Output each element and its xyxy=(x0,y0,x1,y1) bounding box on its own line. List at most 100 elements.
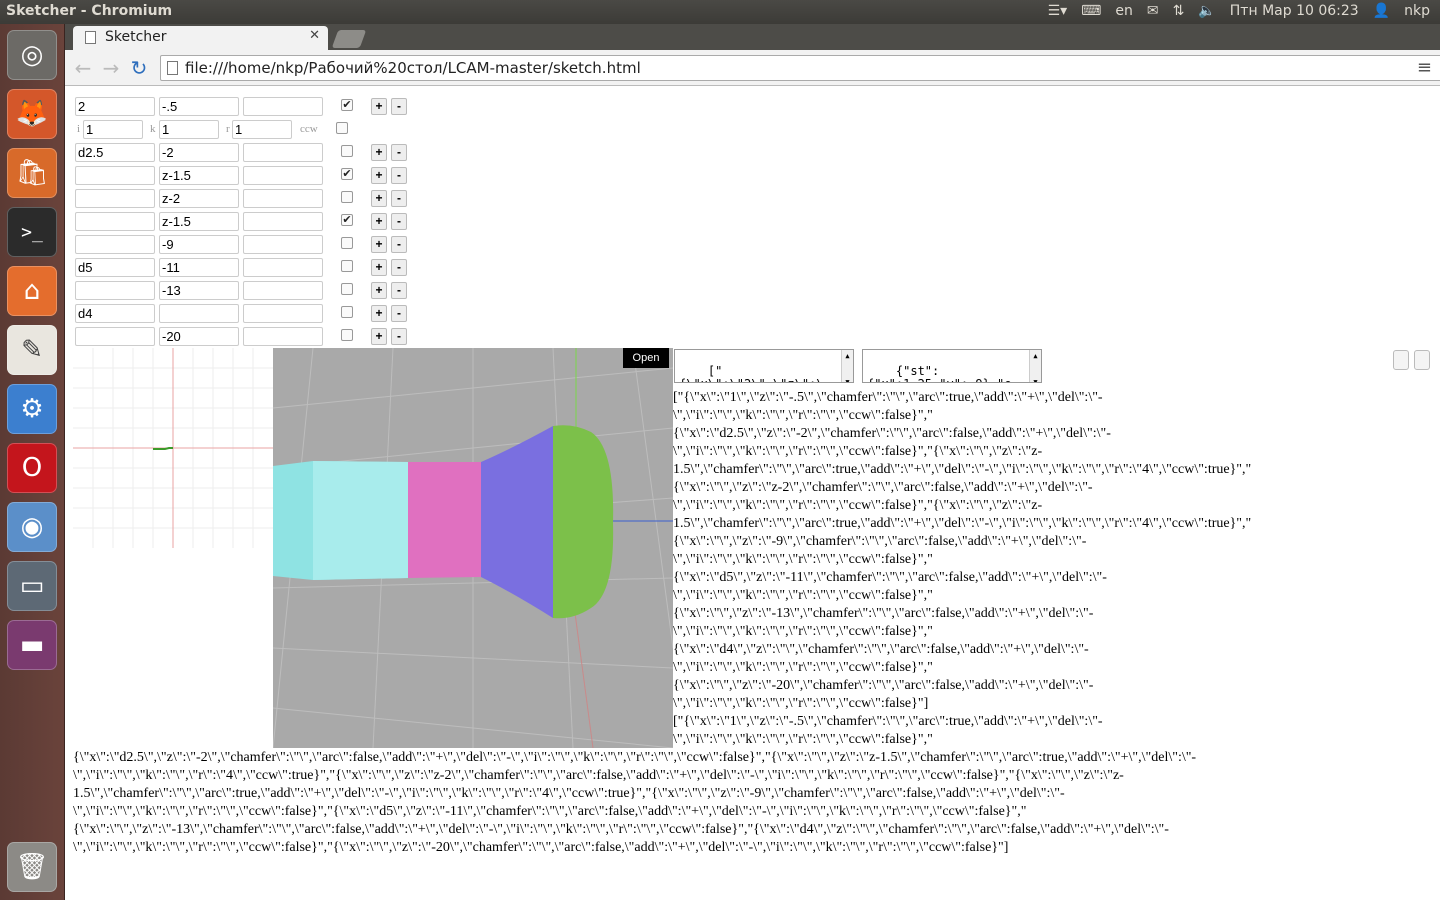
add-row-button[interactable]: + xyxy=(371,282,387,299)
z-input[interactable] xyxy=(159,281,239,300)
user-name[interactable]: nkp xyxy=(1404,3,1430,19)
x-input[interactable] xyxy=(75,258,155,277)
chamfer-input[interactable] xyxy=(243,143,323,162)
delete-row-button[interactable]: - xyxy=(391,305,407,322)
textarea-scrollbar[interactable]: ▲ ▼ xyxy=(1029,350,1041,382)
arc-checkbox[interactable] xyxy=(341,260,353,272)
reload-icon[interactable]: ↻ xyxy=(127,56,151,80)
z-input[interactable] xyxy=(159,189,239,208)
z-input[interactable] xyxy=(159,258,239,277)
chamfer-input[interactable] xyxy=(243,281,323,300)
x-input[interactable] xyxy=(75,235,155,254)
add-row-button[interactable]: + xyxy=(371,167,387,184)
add-row-button[interactable]: + xyxy=(371,236,387,253)
x-input[interactable] xyxy=(75,327,155,346)
url-text[interactable]: file:///home/nkp/Рабочий%20стол/LCAM-mas… xyxy=(185,59,641,77)
arc-checkbox[interactable] xyxy=(341,329,353,341)
x-input[interactable] xyxy=(75,304,155,323)
browser-menu-icon[interactable]: ≡ xyxy=(1417,57,1432,78)
software-center-icon[interactable]: 🛍 xyxy=(7,148,57,198)
z-input[interactable] xyxy=(159,143,239,162)
x-input[interactable] xyxy=(75,212,155,231)
open-button[interactable]: Open xyxy=(623,348,669,368)
add-row-button[interactable]: + xyxy=(371,305,387,322)
arc-checkbox[interactable]: ✔ xyxy=(341,168,353,180)
add-row-button[interactable]: + xyxy=(371,328,387,345)
ccw-checkbox[interactable] xyxy=(336,122,348,134)
volume-icon[interactable]: 🔈 xyxy=(1198,3,1215,19)
clock[interactable]: Птн Мар 10 06:23 xyxy=(1230,3,1359,19)
trash-icon[interactable]: 🗑 xyxy=(7,842,57,892)
delete-row-button[interactable]: - xyxy=(391,328,407,345)
forward-icon[interactable]: → xyxy=(99,56,123,80)
close-icon[interactable]: ✕ xyxy=(309,28,320,43)
delete-row-button[interactable]: - xyxy=(391,213,407,230)
chamfer-input[interactable] xyxy=(243,212,323,231)
arc-checkbox[interactable]: ✔ xyxy=(341,99,353,111)
chamfer-input[interactable] xyxy=(243,189,323,208)
arc-checkbox[interactable] xyxy=(341,145,353,157)
delete-row-button[interactable]: - xyxy=(391,167,407,184)
arc-checkbox[interactable] xyxy=(341,283,353,295)
files-icon[interactable]: ⌂ xyxy=(7,266,57,316)
z-input[interactable] xyxy=(159,166,239,185)
textarea-scrollbar[interactable]: ▲ ▼ xyxy=(841,350,853,382)
screenshot-icon[interactable]: ▬ xyxy=(7,620,57,670)
tab-sketcher[interactable]: Sketcher ✕ xyxy=(73,26,328,50)
delete-row-button[interactable]: - xyxy=(391,259,407,276)
settings-icon[interactable]: ⚙ xyxy=(7,384,57,434)
z-input[interactable] xyxy=(159,97,239,116)
arc-checkbox[interactable] xyxy=(341,191,353,203)
i-input[interactable] xyxy=(83,120,143,139)
add-row-button[interactable]: + xyxy=(371,98,387,115)
opera-icon[interactable]: O xyxy=(7,443,57,493)
x-input[interactable] xyxy=(75,189,155,208)
chamfer-input[interactable] xyxy=(243,166,323,185)
viewport-3d[interactable] xyxy=(273,348,673,748)
z-input[interactable] xyxy=(159,304,239,323)
firefox-icon[interactable]: 🦊 xyxy=(7,89,57,139)
back-icon[interactable]: ← xyxy=(71,56,95,80)
user-icon[interactable]: 👤 xyxy=(1373,3,1390,19)
small-button-2[interactable] xyxy=(1414,350,1430,370)
terminal-icon[interactable]: >_ xyxy=(7,207,57,257)
z-input[interactable] xyxy=(159,212,239,231)
keyboard-icon[interactable]: ⌨ xyxy=(1081,3,1101,19)
chromium-icon[interactable]: ◉ xyxy=(7,502,57,552)
delete-row-button[interactable]: - xyxy=(391,98,407,115)
arc-checkbox[interactable] xyxy=(341,306,353,318)
z-input[interactable] xyxy=(159,327,239,346)
add-row-button[interactable]: + xyxy=(371,144,387,161)
chamfer-input[interactable] xyxy=(243,304,323,323)
sketch-json-textarea[interactable]: [" {\"x\":\"2\",\"z\":\ ▲▼ xyxy=(674,349,854,383)
x-input[interactable] xyxy=(75,97,155,116)
chamfer-input[interactable] xyxy=(243,235,323,254)
x-input[interactable] xyxy=(75,281,155,300)
k-input[interactable] xyxy=(159,120,219,139)
keyboard-layout[interactable]: en xyxy=(1115,3,1133,19)
add-row-button[interactable]: + xyxy=(371,213,387,230)
chamfer-input[interactable] xyxy=(243,327,323,346)
delete-row-button[interactable]: - xyxy=(391,236,407,253)
delete-row-button[interactable]: - xyxy=(391,282,407,299)
delete-row-button[interactable]: - xyxy=(391,144,407,161)
address-bar[interactable]: file:///home/nkp/Рабочий%20стол/LCAM-mas… xyxy=(160,55,1440,81)
mail-icon[interactable]: ✉ xyxy=(1147,3,1159,19)
x-input[interactable] xyxy=(75,166,155,185)
ubuntu-dash-icon[interactable]: ◎ xyxy=(7,30,57,80)
menu-icon[interactable]: ☰▾ xyxy=(1048,3,1068,19)
chamfer-input[interactable] xyxy=(243,97,323,116)
workspace-switcher-icon[interactable]: ▭ xyxy=(7,561,57,611)
network-icon[interactable]: ⇅ xyxy=(1173,3,1185,19)
add-row-button[interactable]: + xyxy=(371,259,387,276)
text-editor-icon[interactable]: ✎ xyxy=(7,325,57,375)
sketch-2d-canvas[interactable] xyxy=(73,348,273,548)
x-input[interactable] xyxy=(75,143,155,162)
path-json-textarea[interactable]: {"st": {"x":1.25,"y":-9},"e ▲▼ xyxy=(862,349,1042,383)
arc-checkbox[interactable] xyxy=(341,237,353,249)
new-tab-button[interactable] xyxy=(331,30,367,48)
arc-checkbox[interactable]: ✔ xyxy=(341,214,353,226)
small-button-1[interactable] xyxy=(1393,350,1409,370)
chamfer-input[interactable] xyxy=(243,258,323,277)
z-input[interactable] xyxy=(159,235,239,254)
